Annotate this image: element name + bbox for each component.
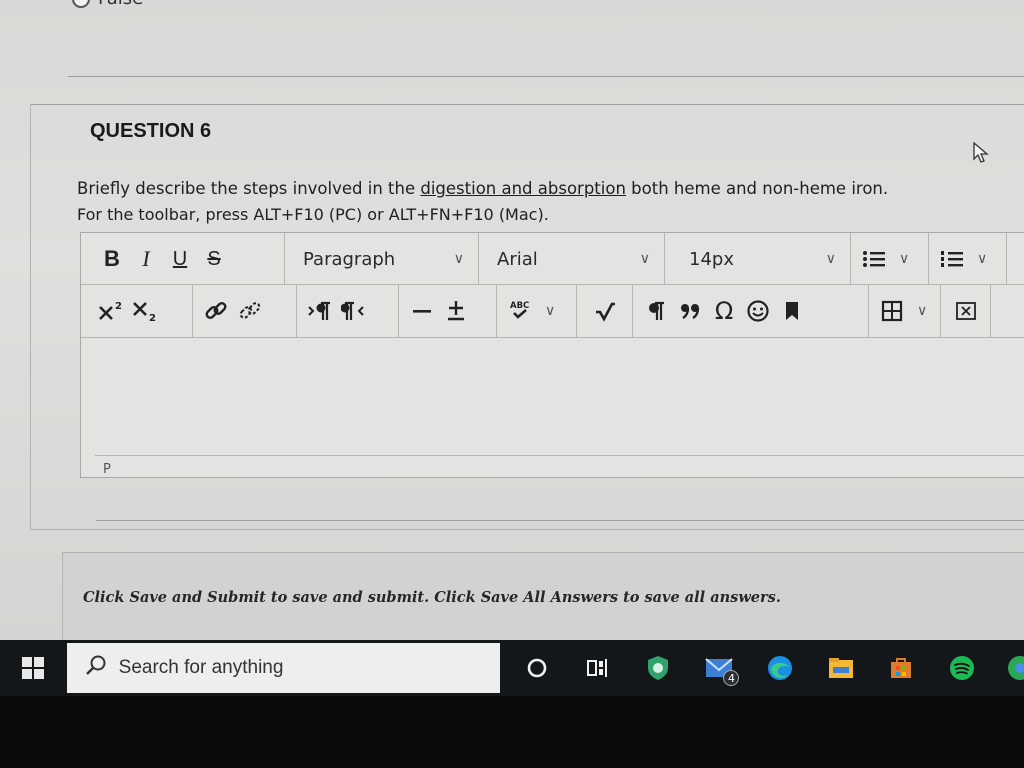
windows-logo-icon [22,657,45,679]
font-size-select[interactable]: 14px ∨ [665,233,851,285]
prompt-text: Briefly describe the steps involved in t… [77,179,421,198]
chevron-down-icon[interactable]: ∨ [917,303,927,319]
prompt-text: both heme and non-heme iron. [625,179,889,198]
format-group: B I U S [81,233,285,285]
chrome-icon [1007,656,1024,680]
radio-button[interactable] [72,0,90,8]
divider [81,337,1024,338]
special-group: Ω [633,285,869,337]
blockquote-icon[interactable] [673,293,707,329]
unlink-icon[interactable] [233,293,267,329]
direction-group [297,285,399,337]
plus-minus-icon[interactable] [439,293,473,329]
chevron-down-icon: ∨ [453,251,464,267]
clear-group [941,285,991,337]
previous-answer-option[interactable]: False [72,0,143,9]
rich-text-editor[interactable]: B I U S Paragraph ∨ Arial ∨ 14px ∨ ∨ ∨ 2… [80,232,1024,478]
insert-group [399,285,497,337]
paragraph-mark-icon[interactable] [639,293,673,329]
divider [96,520,1024,521]
spotify-app[interactable] [932,640,993,696]
edge-icon [767,656,792,680]
chevron-down-icon[interactable]: ∨ [899,251,909,267]
spellcheck-group[interactable]: ABC ∨ [497,285,577,337]
cortana-icon [527,658,547,678]
horizontal-line-icon[interactable] [405,293,439,329]
rtl-direction-icon[interactable] [337,293,371,329]
svg-text:2: 2 [149,313,156,323]
bullet-list-group[interactable]: ∨ [851,233,929,285]
numbered-list-group[interactable]: ∨ [929,233,1007,285]
italic-button[interactable]: I [129,241,163,277]
underline-button[interactable]: U [163,241,197,277]
toolbar-row-1: B I U S Paragraph ∨ Arial ∨ 14px ∨ ∨ ∨ [81,233,1007,285]
bold-button[interactable]: B [95,241,129,277]
emoticon-icon[interactable] [741,293,775,329]
edge-browser[interactable] [749,640,810,696]
question-prompt: Briefly describe the steps involved in t… [77,176,888,202]
math-group [577,285,633,337]
start-button[interactable] [0,640,67,696]
chrome-app[interactable] [993,640,1024,696]
chevron-down-icon[interactable]: ∨ [545,303,555,319]
spellcheck-icon[interactable]: ABC [503,293,537,329]
mouse-pointer-icon [972,141,990,168]
folder-icon [828,658,853,678]
svg-text:2: 2 [115,301,122,312]
windows-taskbar: Search for anything 4 [0,640,1024,696]
file-explorer[interactable] [810,640,871,696]
square-root-icon[interactable] [588,293,622,329]
bullet-list-icon[interactable] [857,241,891,277]
desk-surface [0,696,1024,768]
editor-status-path[interactable]: P [95,455,1024,477]
subscript-icon[interactable]: 2 [129,293,163,329]
chevron-down-icon: ∨ [825,251,836,267]
editor-content-area[interactable] [91,339,1024,457]
omega-icon[interactable]: Ω [707,293,741,329]
link-icon[interactable] [199,293,233,329]
toolbar-row-2: 2 2 ABC ∨ Ω ∨ [81,285,991,337]
ltr-direction-icon[interactable] [303,293,337,329]
numbered-list-icon[interactable] [935,241,969,277]
defender-app[interactable] [628,640,689,696]
mail-app[interactable]: 4 [689,640,750,696]
font-family-select[interactable]: Arial ∨ [479,233,665,285]
chevron-down-icon[interactable]: ∨ [977,251,987,267]
strikethrough-button[interactable]: S [197,241,231,277]
table-icon[interactable] [875,293,909,329]
task-view-icon [586,659,607,677]
font-family-value: Arial [497,248,538,270]
shield-icon [648,656,669,680]
font-size-value: 14px [689,248,734,270]
save-instructions: Click Save and Submit to save and submit… [83,589,781,606]
table-group[interactable]: ∨ [869,285,941,337]
search-placeholder: Search for anything [118,657,284,678]
taskbar-search-box[interactable]: Search for anything [66,643,501,693]
toolbar-hint: For the toolbar, press ALT+F10 (PC) or A… [77,205,549,224]
svg-text:ABC: ABC [510,301,529,311]
block-format-select[interactable]: Paragraph ∨ [285,233,479,285]
spotify-icon [950,656,975,680]
search-icon [85,654,107,682]
task-view-button[interactable] [567,640,628,696]
microsoft-store[interactable] [871,640,932,696]
block-format-value: Paragraph [303,248,396,270]
superscript-icon[interactable]: 2 [95,293,129,329]
option-label: False [98,0,143,9]
link-group [193,285,297,337]
bookmark-icon[interactable] [775,293,809,329]
save-notice-panel: Click Save and Submit to save and submit… [62,552,1024,640]
store-icon [891,658,912,678]
prompt-underlined-text: digestion and absorption [420,179,626,198]
script-group: 2 2 [81,285,193,337]
chevron-down-icon: ∨ [639,251,650,267]
task-view-cortana-button[interactable] [506,640,567,696]
browser-viewport: False QUESTION 6 Briefly describe the st… [0,0,1024,640]
clear-formatting-icon[interactable] [949,293,983,329]
divider [68,76,1024,77]
mail-unread-badge: 4 [723,670,740,686]
question-title: QUESTION 6 [90,120,212,142]
